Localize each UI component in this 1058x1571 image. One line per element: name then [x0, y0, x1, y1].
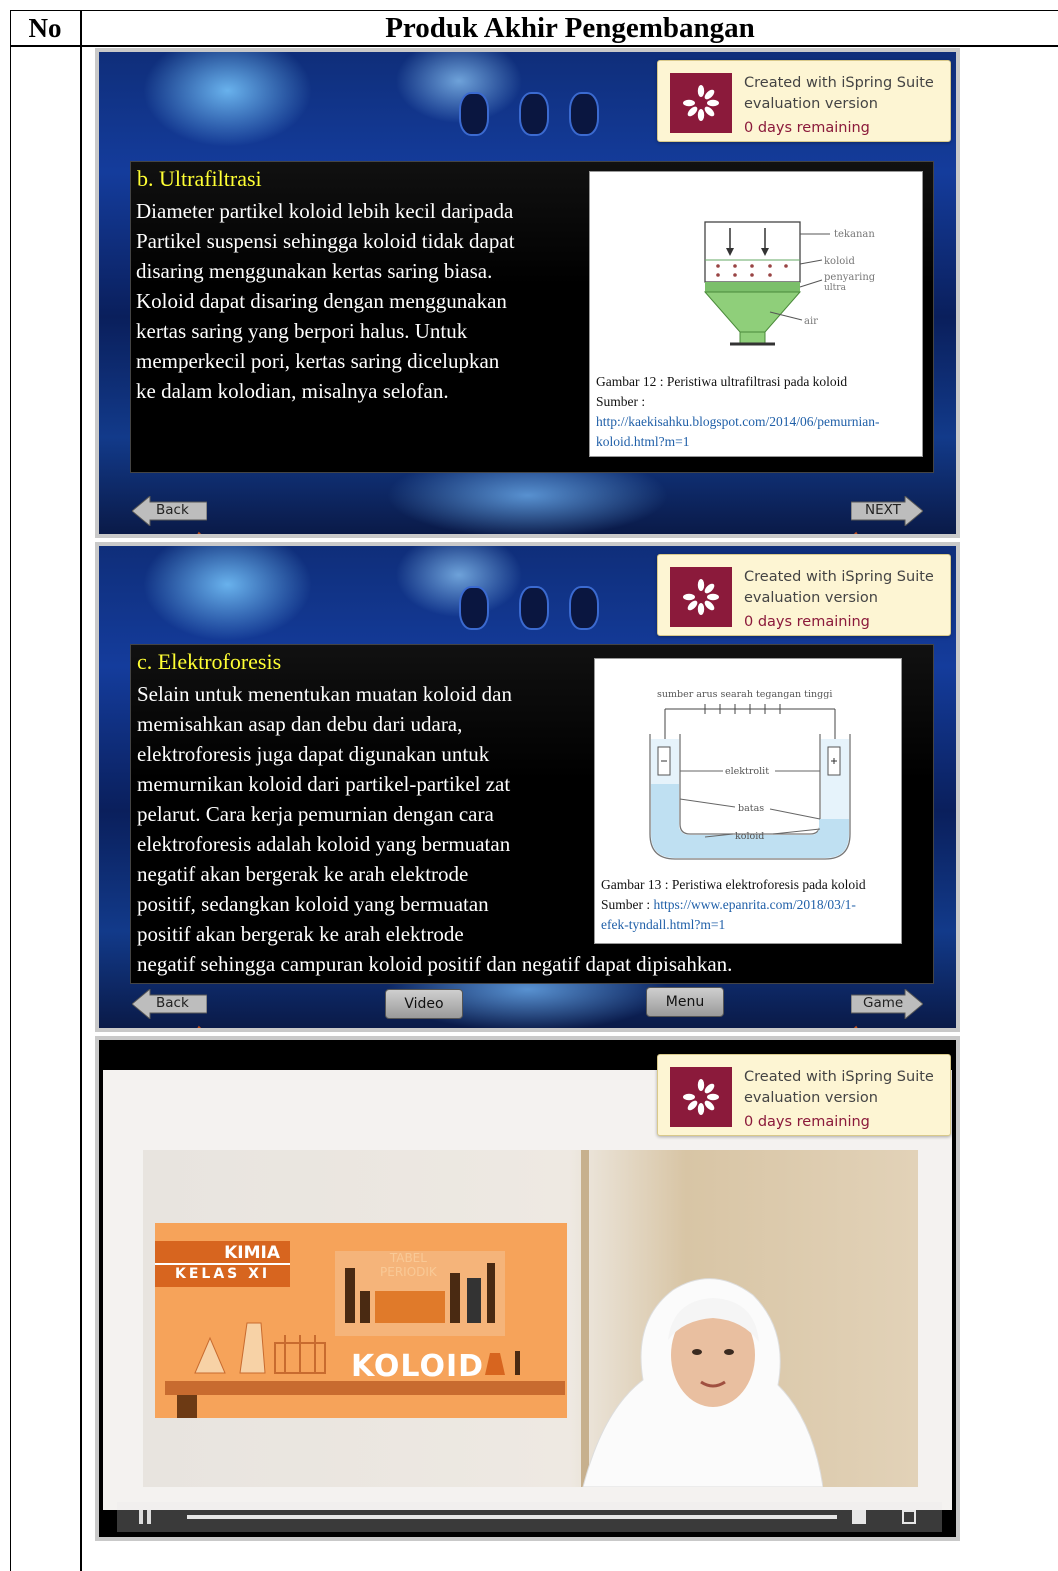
- elektroforesis-diagram: sumber arus searah tegangan tinggi elekt…: [649, 689, 851, 860]
- lab-shelf: [165, 1381, 565, 1395]
- body-line: Partikel suspensi sehingga koloid tidak …: [136, 229, 515, 253]
- source-link[interactable]: https://www.epanrita.com/2018/03/1-: [654, 897, 856, 912]
- lab-shelf-leg: [177, 1395, 197, 1418]
- slide-content-panel: c. Elektroforesis Selain untuk menentuka…: [130, 644, 934, 984]
- volume-icon[interactable]: [852, 1510, 866, 1524]
- pause-icon[interactable]: [139, 1510, 143, 1524]
- next-button[interactable]: NEXT: [851, 496, 923, 526]
- tabel-periodik-label: TABEL PERIODIK: [380, 1251, 437, 1279]
- label-koloid: koloid: [735, 831, 764, 842]
- back-button[interactable]: Back: [132, 989, 207, 1019]
- table-header-divider: [10, 45, 1058, 47]
- label-elektrolit: elektrolit: [725, 766, 769, 777]
- ispring-watermark: Created with iSpring Suite evaluation ve…: [657, 60, 951, 142]
- video-player[interactable]: KIMIA KELAS XI TABEL PERIODIK KOLOID Cre…: [95, 1036, 960, 1541]
- slide-elektroforesis: Created with iSpring Suite evaluation ve…: [95, 542, 960, 1032]
- back-button-label: Back: [156, 995, 189, 1011]
- slide-body-text: Diameter partikel koloid lebih kecil dar…: [136, 196, 596, 406]
- stage-lamp: [519, 92, 549, 136]
- body-line: negatif sehingga campuran koloid positif…: [137, 952, 733, 976]
- fullscreen-icon[interactable]: [902, 1510, 916, 1524]
- slide-ultrafiltrasi: Created with iSpring Suite evaluation ve…: [95, 48, 960, 538]
- label-penyaring: penyaring: [824, 272, 876, 283]
- label-power-source: sumber arus searah tegangan tinggi: [657, 689, 832, 700]
- game-button[interactable]: Game: [851, 989, 923, 1019]
- stage-lamp: [459, 586, 489, 630]
- label-batas: batas: [738, 803, 764, 814]
- ultrafiltrasi-diagram: tekanan koloid penyaring ultra air: [703, 221, 876, 346]
- column-header-no: No: [28, 13, 62, 43]
- source-link-continued[interactable]: efek-tyndall.html?m=1: [601, 915, 899, 935]
- figure-ultrafiltrasi: tekanan koloid penyaring ultra air Gamba…: [589, 171, 923, 457]
- watermark-line-2: evaluation version: [744, 590, 878, 606]
- source-link[interactable]: http://kaekisahku.blogspot.com/2014/06/p…: [596, 412, 918, 432]
- ispring-flower-icon: [670, 567, 732, 627]
- body-line: Koloid dapat disaring dengan menggunakan: [136, 289, 507, 313]
- label-tekanan: tekanan: [834, 229, 875, 240]
- caption-source-label: Sumber :: [596, 394, 646, 409]
- game-button-label: Game: [863, 995, 904, 1011]
- caption-title: Gambar 13 : Peristiwa elektroforesis pad…: [601, 877, 866, 892]
- watermark-line-1: Created with iSpring Suite: [744, 1069, 934, 1085]
- video-button[interactable]: Video: [385, 989, 463, 1019]
- slide-heading: b. Ultrafiltrasi: [137, 166, 262, 191]
- menu-button[interactable]: Menu: [646, 987, 724, 1017]
- column-header-product: Produk Akhir Pengembangan: [385, 12, 755, 44]
- figure-caption: Gambar 12 : Peristiwa ultrafiltrasi pada…: [596, 372, 918, 452]
- ispring-flower-icon: [670, 1067, 732, 1127]
- stage-lamp: [569, 586, 599, 630]
- caption-title: Gambar 12 : Peristiwa ultrafiltrasi pada…: [596, 374, 848, 389]
- slide-content-panel: b. Ultrafiltrasi Diameter partikel koloi…: [130, 161, 934, 473]
- video-frame-content: KIMIA KELAS XI TABEL PERIODIK KOLOID Cre…: [103, 1054, 952, 1532]
- presenter: [582, 1278, 823, 1487]
- back-button[interactable]: Back: [132, 496, 207, 526]
- body-line: kertas saring yang berpori halus. Untuk: [136, 319, 468, 343]
- watermark-line-3: 0 days remaining: [744, 1114, 870, 1130]
- watermark-line-1: Created with iSpring Suite: [744, 75, 934, 91]
- stage-lamp: [519, 586, 549, 630]
- ispring-flower-icon: [670, 73, 732, 133]
- label-air: air: [804, 316, 818, 327]
- koloid-banner: KIMIA KELAS XI TABEL PERIODIK KOLOID: [155, 1223, 567, 1418]
- pause-icon-bar: [147, 1510, 151, 1524]
- next-button-label: NEXT: [865, 502, 901, 518]
- back-button-label: Back: [156, 502, 189, 518]
- ispring-watermark: Created with iSpring Suite evaluation ve…: [657, 554, 951, 636]
- body-line: memperkecil pori, kertas saring dicelupk…: [136, 349, 500, 373]
- body-line: disaring menggunakan kertas saring biasa…: [136, 259, 493, 283]
- caption-source-label: Sumber :: [601, 897, 651, 912]
- ispring-watermark: Created with iSpring Suite evaluation ve…: [657, 1054, 951, 1136]
- watermark-line-2: evaluation version: [744, 96, 878, 112]
- slide-heading: c. Elektroforesis: [137, 649, 282, 674]
- stage-lamp: [459, 92, 489, 136]
- label-koloid: koloid: [824, 256, 855, 267]
- koloid-title: KOLOID: [351, 1349, 485, 1384]
- tabel-label: TABEL: [389, 1251, 427, 1265]
- watermark-line-1: Created with iSpring Suite: [744, 569, 934, 585]
- periodik-label: PERIODIK: [380, 1265, 437, 1279]
- body-line: Diameter partikel koloid lebih kecil dar…: [136, 199, 514, 223]
- stage-lamp: [569, 92, 599, 136]
- watermark-line-3: 0 days remaining: [744, 614, 870, 630]
- body-line: ke dalam kolodian, misalnya selofan.: [136, 379, 449, 403]
- watermark-line-3: 0 days remaining: [744, 120, 870, 136]
- label-ultra: ultra: [824, 283, 847, 293]
- watermark-line-2: evaluation version: [744, 1090, 878, 1106]
- seek-bar[interactable]: [187, 1515, 837, 1519]
- source-link-continued[interactable]: koloid.html?m=1: [596, 432, 918, 452]
- figure-caption: Gambar 13 : Peristiwa elektroforesis pad…: [601, 875, 899, 935]
- video-controls-bar[interactable]: [117, 1502, 942, 1532]
- table-column-divider: [80, 10, 82, 1571]
- figure-elektroforesis: sumber arus searah tegangan tinggi elekt…: [594, 658, 902, 944]
